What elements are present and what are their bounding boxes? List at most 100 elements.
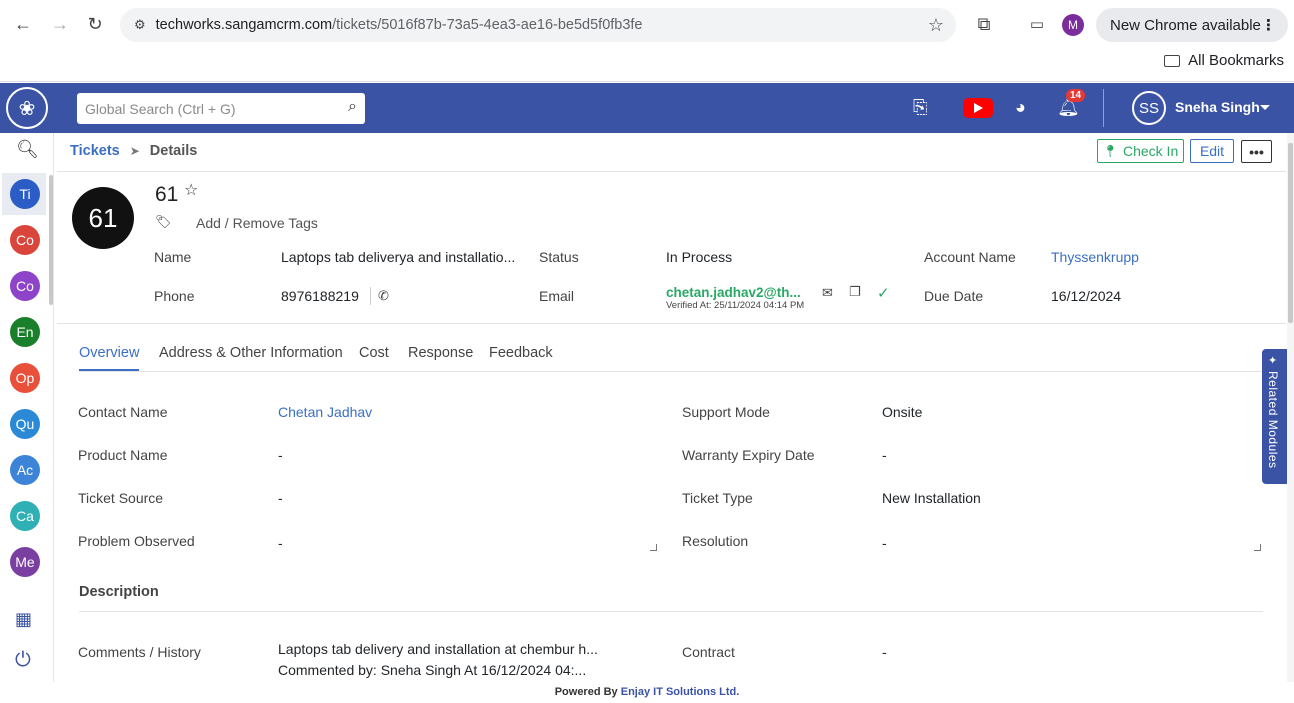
ticket-type-value: New Installation xyxy=(882,490,981,506)
back-icon[interactable]: ← xyxy=(11,12,35,36)
user-avatar[interactable]: SS xyxy=(1132,91,1166,125)
page-scrollbar[interactable] xyxy=(1287,133,1294,703)
globe-icon[interactable]: ◕ xyxy=(1015,97,1026,118)
comments-line-2: Commented by: Sneha Singh At 16/12/2024 … xyxy=(278,662,587,678)
phone-separator xyxy=(370,287,371,305)
resolution-value[interactable]: - xyxy=(882,535,887,551)
account-name-link[interactable]: Thyssenkrupp xyxy=(1051,249,1139,265)
tab-address-other[interactable]: Address & Other Information xyxy=(159,345,343,361)
phone-label: Phone xyxy=(154,288,195,304)
edit-button[interactable]: Edit xyxy=(1190,139,1234,163)
sidebar-item-4[interactable]: Op xyxy=(10,363,40,393)
contact-name-label: Contact Name xyxy=(78,404,168,420)
breadcrumb-current: Details xyxy=(149,143,198,159)
warranty-expiry-value: - xyxy=(882,447,887,463)
tab-cost[interactable]: Cost xyxy=(359,345,389,361)
sidebar-item-3[interactable]: En xyxy=(10,317,40,347)
footer: Powered By Enjay IT Solutions Ltd. xyxy=(0,682,1294,703)
comments-line-1: Laptops tab delivery and installation at… xyxy=(278,641,598,657)
favorite-star-icon[interactable]: ☆ xyxy=(184,180,198,200)
status-value[interactable]: In Process xyxy=(666,249,732,265)
textarea-resize-handle[interactable] xyxy=(1254,544,1261,551)
ticket-number: 61 xyxy=(155,183,179,206)
description-divider xyxy=(79,611,1263,612)
notification-badge: 14 xyxy=(1066,89,1086,102)
youtube-icon[interactable] xyxy=(963,98,993,118)
sidebar-item-6[interactable]: Ac xyxy=(10,455,40,485)
sidebar-item-8[interactable]: Me xyxy=(10,547,40,577)
contract-label: Contract xyxy=(682,644,735,660)
problem-observed-value[interactable]: - xyxy=(278,535,283,551)
breadcrumb: Tickets ➤ Details xyxy=(70,143,197,159)
module-sidebar: 🔍︎ Ti Co Co En Op Qu Ac Ca Me ▦ ⏻ xyxy=(0,133,54,703)
textarea-resize-handle[interactable] xyxy=(650,544,657,551)
ticket-avatar: 61 xyxy=(72,187,134,249)
phone-value[interactable]: 8976188219 xyxy=(281,288,359,304)
all-bookmarks-button[interactable]: All Bookmarks xyxy=(1164,52,1284,69)
sidebar-search-icon[interactable]: 🔍︎ xyxy=(16,139,39,160)
contact-name-link[interactable]: Chetan Jadhav xyxy=(278,404,372,420)
app-logo[interactable]: ❀ xyxy=(6,87,48,129)
user-name[interactable]: Sneha Singh xyxy=(1175,99,1260,115)
address-bar[interactable]: ⚙ techworks.sangamcrm.com/tickets/5016f8… xyxy=(120,8,956,42)
kebab-menu-icon[interactable]: ⋮ xyxy=(1261,16,1276,34)
bookmark-star-icon[interactable]: ☆ xyxy=(928,15,944,36)
tabs-divider xyxy=(79,371,1263,372)
app-header: ❀ ⌕ ⎘ ◕ 🔔︎ 14 SS Sneha Singh xyxy=(0,83,1294,133)
email-label: Email xyxy=(539,288,575,304)
whatsapp-icon[interactable]: ✆ xyxy=(378,288,389,304)
ticket-source-label: Ticket Source xyxy=(78,490,164,506)
due-date-value: 16/12/2024 xyxy=(1051,288,1122,304)
sidebar-scrollbar[interactable] xyxy=(49,175,53,305)
site-info-icon[interactable]: ⚙ xyxy=(134,17,146,33)
url-path: /tickets/5016f87b-73a5-4ea3-ae16-be5d5f0… xyxy=(332,17,643,33)
more-actions-button[interactable]: ••• xyxy=(1241,140,1272,163)
global-search-input[interactable] xyxy=(85,100,335,117)
ticket-source-value: - xyxy=(278,490,283,506)
sidebar-item-7[interactable]: Ca xyxy=(10,501,40,531)
check-in-button[interactable]: 📍︎ Check In xyxy=(1097,139,1184,163)
sidebar-item-1[interactable]: Co xyxy=(10,225,40,255)
intercom-icon[interactable]: ▦ xyxy=(15,609,32,630)
chrome-update-button[interactable]: New Chrome available ⋮ xyxy=(1096,8,1288,42)
reload-icon[interactable]: ↻ xyxy=(83,12,107,36)
due-date-label: Due Date xyxy=(924,288,984,304)
footer-brand-link[interactable]: Enjay IT Solutions Ltd. xyxy=(621,686,740,698)
folder-icon xyxy=(1164,54,1181,67)
user-menu-caret-icon[interactable] xyxy=(1260,105,1270,110)
problem-observed-label: Problem Observed xyxy=(78,533,195,549)
header-divider xyxy=(1103,89,1104,127)
tab-overview[interactable]: Overview xyxy=(79,345,139,361)
envelope-icon[interactable]: ✉ xyxy=(822,285,833,301)
copy-icon[interactable]: ❐ xyxy=(849,284,861,300)
email-value[interactable]: chetan.jadhav2@th... xyxy=(666,285,801,300)
search-icon[interactable]: ⌕ xyxy=(348,98,357,116)
warranty-expiry-label: Warranty Expiry Date xyxy=(682,447,815,463)
tab-response[interactable]: Response xyxy=(408,345,473,361)
related-modules-label: Related Modules xyxy=(1266,371,1280,469)
sidebar-item-2[interactable]: Co xyxy=(10,271,40,301)
sidebar-item-5[interactable]: Qu xyxy=(10,409,40,439)
account-name-label: Account Name xyxy=(924,249,1016,265)
global-search[interactable]: ⌕ xyxy=(77,93,365,124)
description-section-title: Description xyxy=(79,584,159,600)
power-icon[interactable]: ⏻ xyxy=(15,649,31,672)
verified-check-icon: ✓ xyxy=(877,285,890,302)
puzzle-icon: ✦ xyxy=(1268,355,1278,367)
tab-feedback[interactable]: Feedback xyxy=(489,345,553,361)
add-remove-tags-link[interactable]: Add / Remove Tags xyxy=(196,215,318,231)
profile-avatar[interactable]: M xyxy=(1062,14,1084,36)
status-label: Status xyxy=(539,249,579,265)
browser-toolbar: ← → ↻ ⚙ techworks.sangamcrm.com/tickets/… xyxy=(0,0,1294,82)
doc-search-icon[interactable]: ⎘ xyxy=(913,97,927,118)
comments-history-label: Comments / History xyxy=(78,644,201,660)
resolution-label: Resolution xyxy=(682,533,749,549)
cast-icon[interactable]: ▭ xyxy=(1025,12,1049,36)
divider xyxy=(57,323,1286,324)
extensions-icon[interactable]: ⧉ xyxy=(972,12,996,36)
breadcrumb-tickets[interactable]: Tickets xyxy=(70,143,120,159)
forward-icon[interactable]: → xyxy=(48,12,72,36)
sidebar-item-0[interactable]: Ti xyxy=(10,179,40,209)
related-modules-tab[interactable]: ✦ Related Modules xyxy=(1262,349,1287,484)
email-verified-text: Verified At: 25/11/2024 04:14 PM xyxy=(666,300,805,311)
